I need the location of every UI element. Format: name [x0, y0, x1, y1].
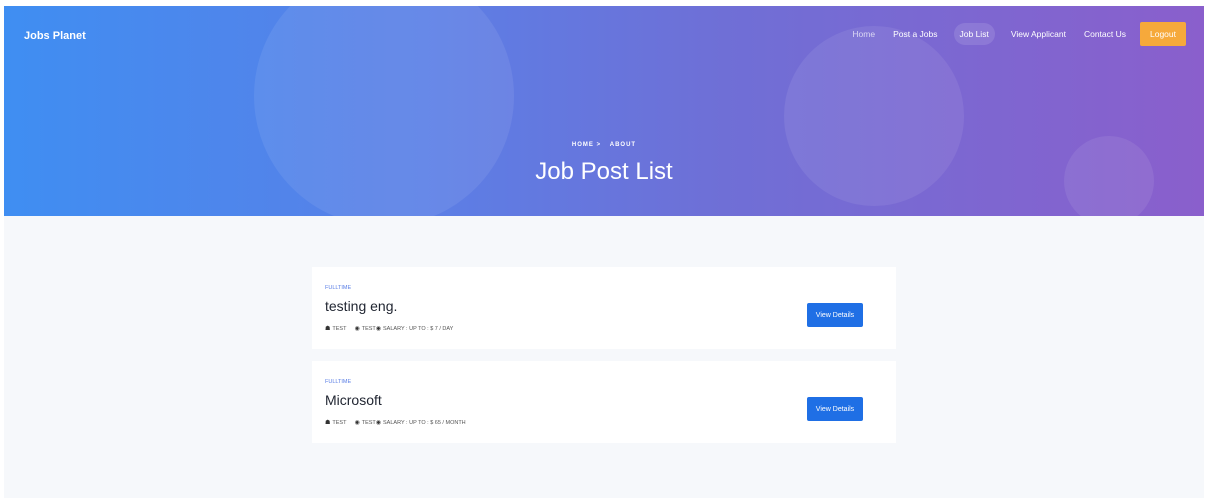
- location-icon: ◉: [354, 420, 360, 426]
- nav-view-applicant[interactable]: View Applicant: [1009, 25, 1068, 43]
- view-details-button[interactable]: View Details: [807, 397, 863, 421]
- navbar: Jobs Planet Home Post a Jobs Job List Vi…: [4, 6, 1204, 62]
- breadcrumb-about: ABOUT: [609, 142, 637, 148]
- job-type: FULLTIME: [325, 379, 352, 385]
- job-list-section: FULLTIME testing eng. ☗ TEST ◉ TEST ◉ SA…: [4, 216, 1204, 498]
- job-type: FULLTIME: [325, 285, 352, 291]
- view-details-button[interactable]: View Details: [807, 303, 863, 327]
- nav-home[interactable]: Home: [850, 25, 877, 43]
- logout-button[interactable]: Logout: [1140, 22, 1186, 46]
- salary-icon: ◉: [375, 420, 382, 426]
- nav-menu: Home Post a Jobs Job List View Applicant…: [836, 22, 1186, 46]
- breadcrumb-home[interactable]: HOME >: [572, 142, 601, 148]
- job-location: TEST: [361, 325, 376, 332]
- job-meta: ☗ TEST ◉ TEST ◉ SALARY : UP TO : $ 7 / D…: [325, 325, 454, 333]
- job-card: FULLTIME testing eng. ☗ TEST ◉ TEST ◉ SA…: [312, 267, 896, 349]
- building-icon: ☗: [325, 420, 331, 426]
- breadcrumb: HOME > ABOUT: [4, 142, 1204, 148]
- job-company: TEST: [332, 325, 347, 332]
- nav-job-list[interactable]: Job List: [953, 23, 995, 45]
- salary-icon: ◉: [375, 326, 382, 332]
- job-salary: SALARY : UP TO : $ 7 / DAY: [383, 325, 454, 332]
- job-title: testing eng.: [325, 298, 398, 314]
- location-icon: ◉: [354, 326, 360, 332]
- brand-logo[interactable]: Jobs Planet: [24, 30, 86, 42]
- job-salary: SALARY : UP TO : $ 65 / MONTH: [383, 419, 466, 426]
- job-company: TEST: [332, 419, 347, 426]
- job-location: TEST: [361, 419, 376, 426]
- hero-banner: Jobs Planet Home Post a Jobs Job List Vi…: [4, 6, 1204, 216]
- nav-contact-us[interactable]: Contact Us: [1082, 25, 1128, 43]
- job-meta: ☗ TEST ◉ TEST ◉ SALARY : UP TO : $ 65 / …: [325, 419, 466, 427]
- job-card: FULLTIME Microsoft ☗ TEST ◉ TEST ◉ SALAR…: [312, 361, 896, 443]
- nav-post-jobs[interactable]: Post a Jobs: [891, 25, 939, 43]
- job-title: Microsoft: [325, 392, 382, 408]
- building-icon: ☗: [325, 326, 331, 332]
- page-title: Job Post List: [535, 158, 673, 185]
